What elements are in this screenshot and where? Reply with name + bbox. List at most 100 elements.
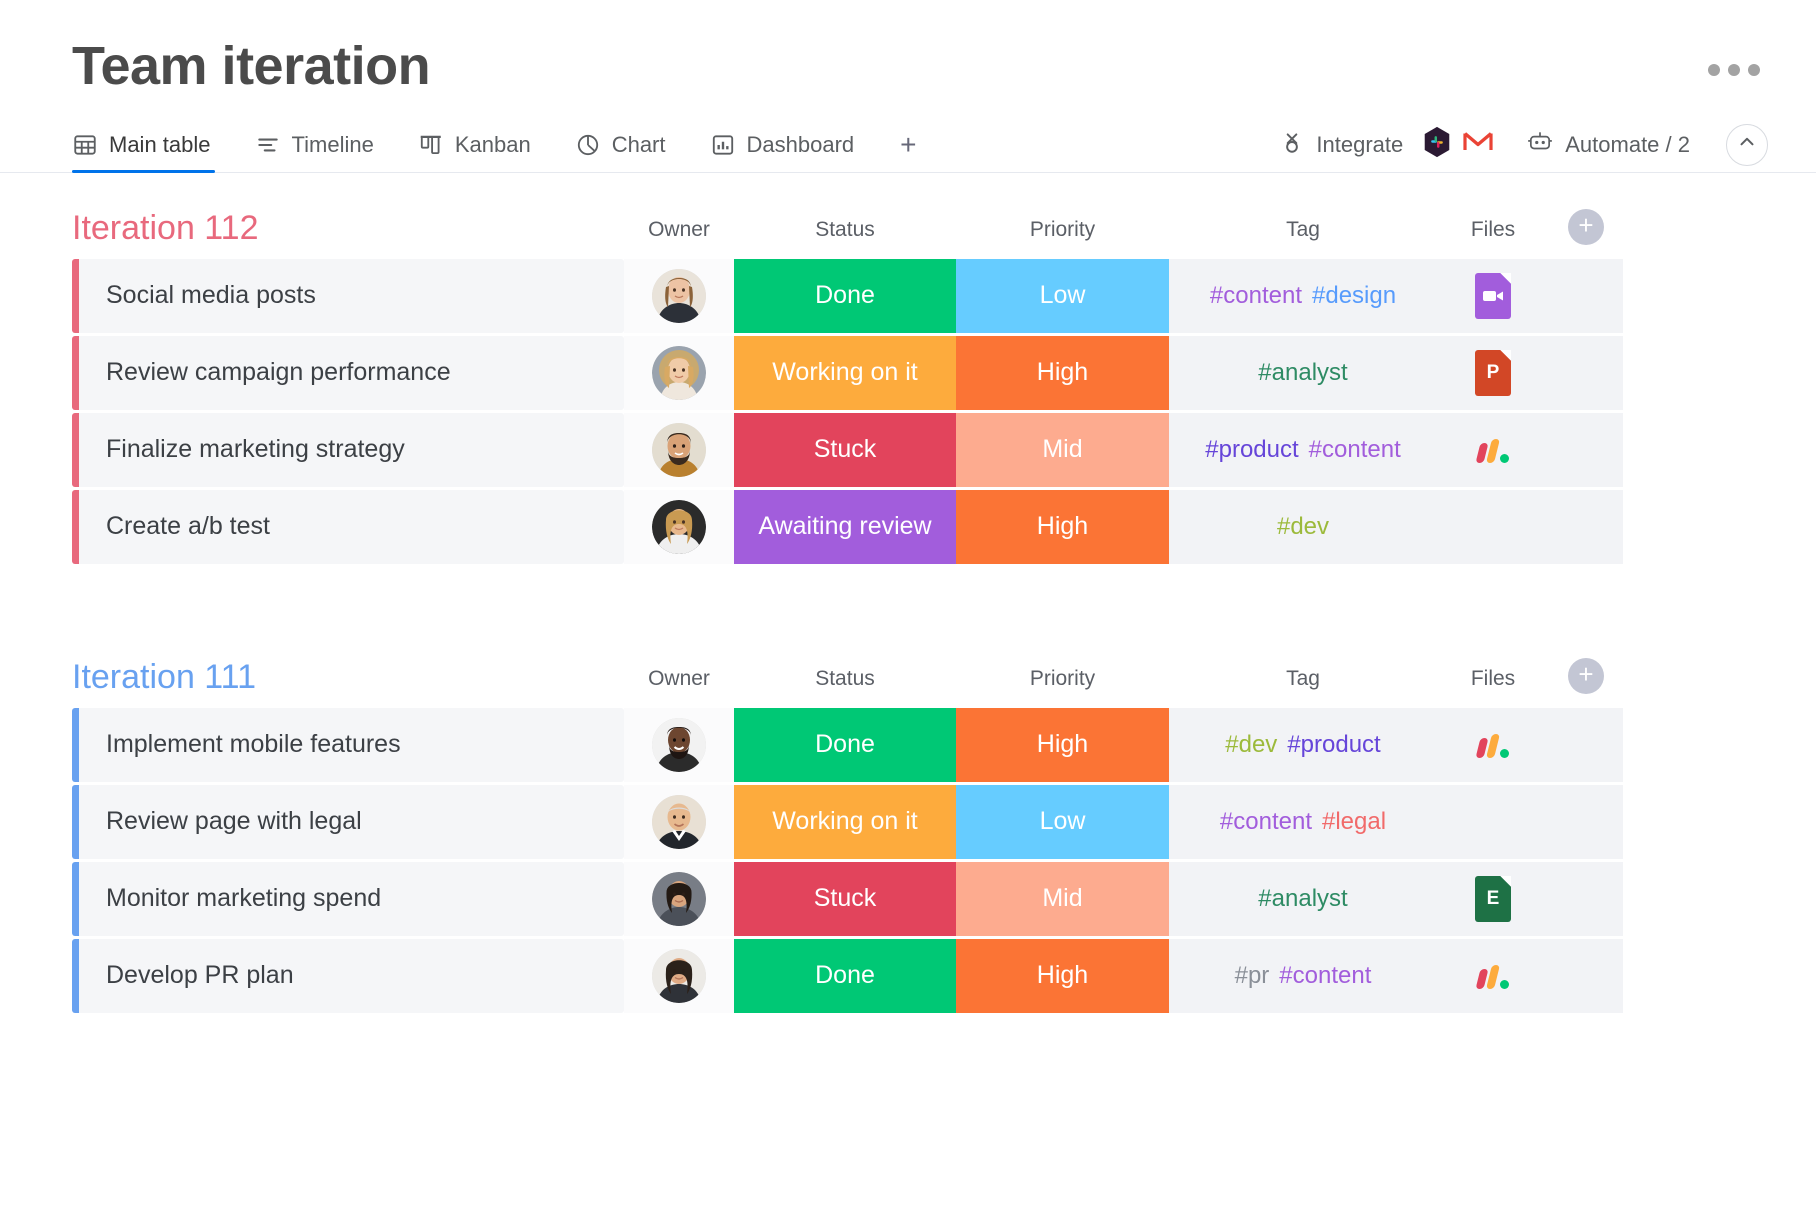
files-cell[interactable] xyxy=(1437,258,1549,333)
row-title[interactable]: Create a/b test xyxy=(79,489,624,564)
tag-chip[interactable]: #analyst xyxy=(1258,359,1347,387)
tag-chip[interactable]: #analyst xyxy=(1258,885,1347,913)
video-file-icon[interactable] xyxy=(1475,272,1511,319)
tab-main-table[interactable]: Main table xyxy=(72,117,233,173)
tag-cell[interactable]: #dev xyxy=(1169,489,1437,564)
priority-cell[interactable]: High xyxy=(956,335,1169,410)
add-column-button[interactable]: + xyxy=(1568,208,1604,245)
priority-pill[interactable]: High xyxy=(956,489,1169,564)
row-title[interactable]: Implement mobile features xyxy=(79,707,624,782)
priority-pill[interactable]: Low xyxy=(956,784,1169,859)
row-title[interactable]: Develop PR plan xyxy=(79,938,624,1013)
priority-pill[interactable]: High xyxy=(956,938,1169,1013)
owner-cell[interactable] xyxy=(624,335,734,410)
priority-pill[interactable]: Low xyxy=(956,258,1169,333)
integrate-button[interactable]: Integrate xyxy=(1265,117,1508,173)
column-header-priority[interactable]: Priority xyxy=(956,218,1169,245)
table-row[interactable]: Implement mobile features Done High #dev… xyxy=(72,707,1816,782)
tab-kanban[interactable]: Kanban xyxy=(396,117,553,173)
tag-chip[interactable]: #content xyxy=(1309,436,1401,464)
tag-chip[interactable]: #pr xyxy=(1235,962,1270,990)
table-row[interactable]: Finalize marketing strategy Stuck Mid #p… xyxy=(72,412,1816,487)
monday-logo-icon[interactable] xyxy=(1475,963,1509,989)
tag-cell[interactable]: #content #design xyxy=(1169,258,1437,333)
tab-dashboard[interactable]: Dashboard xyxy=(688,117,877,173)
owner-cell[interactable] xyxy=(624,861,734,936)
column-header-files[interactable]: Files xyxy=(1437,667,1549,694)
status-pill[interactable]: Working on it xyxy=(734,335,956,410)
status-cell[interactable]: Awaiting review xyxy=(734,489,956,564)
column-header-status[interactable]: Status xyxy=(734,218,956,245)
priority-cell[interactable]: Low xyxy=(956,258,1169,333)
powerpoint-file-icon[interactable]: P xyxy=(1475,349,1511,396)
tag-cell[interactable]: #content #legal xyxy=(1169,784,1437,859)
column-header-tag[interactable]: Tag xyxy=(1169,667,1437,694)
column-header-tag[interactable]: Tag xyxy=(1169,218,1437,245)
status-cell[interactable]: Done xyxy=(734,707,956,782)
tag-cell[interactable]: #dev #product xyxy=(1169,707,1437,782)
table-row[interactable]: Review campaign performance Working on i… xyxy=(72,335,1816,410)
tab-timeline[interactable]: Timeline xyxy=(233,117,396,173)
files-cell[interactable] xyxy=(1437,707,1549,782)
table-row[interactable]: Social media posts Done Low #content #de… xyxy=(72,258,1816,333)
table-row[interactable]: Monitor marketing spend Stuck Mid #analy… xyxy=(72,861,1816,936)
status-cell[interactable]: Stuck xyxy=(734,861,956,936)
status-pill[interactable]: Stuck xyxy=(734,412,956,487)
priority-pill[interactable]: Mid xyxy=(956,861,1169,936)
owner-cell[interactable] xyxy=(624,784,734,859)
files-cell[interactable] xyxy=(1437,784,1549,859)
row-title[interactable]: Review campaign performance xyxy=(79,335,624,410)
priority-pill[interactable]: High xyxy=(956,335,1169,410)
owner-cell[interactable] xyxy=(624,707,734,782)
status-cell[interactable]: Working on it xyxy=(734,784,956,859)
tag-chip[interactable]: #design xyxy=(1312,282,1396,310)
status-pill[interactable]: Done xyxy=(734,707,956,782)
table-row[interactable]: Create a/b test Awaiting review High #de… xyxy=(72,489,1816,564)
column-header-owner[interactable]: Owner xyxy=(624,667,734,694)
files-cell[interactable] xyxy=(1437,938,1549,1013)
priority-cell[interactable]: High xyxy=(956,707,1169,782)
status-cell[interactable]: Done xyxy=(734,258,956,333)
status-cell[interactable]: Stuck xyxy=(734,412,956,487)
table-row[interactable]: Develop PR plan Done High #pr #content xyxy=(72,938,1816,1013)
table-row[interactable]: Review page with legal Working on it Low… xyxy=(72,784,1816,859)
tag-chip[interactable]: #dev xyxy=(1225,731,1277,759)
priority-pill[interactable]: Mid xyxy=(956,412,1169,487)
tag-chip[interactable]: #content xyxy=(1210,282,1302,310)
tag-cell[interactable]: #analyst xyxy=(1169,335,1437,410)
priority-cell[interactable]: High xyxy=(956,489,1169,564)
column-header-status[interactable]: Status xyxy=(734,667,956,694)
excel-file-icon[interactable]: E xyxy=(1475,875,1511,922)
tag-cell[interactable]: #analyst xyxy=(1169,861,1437,936)
monday-logo-icon[interactable] xyxy=(1475,437,1509,463)
collapse-header-button[interactable] xyxy=(1726,123,1768,166)
owner-cell[interactable] xyxy=(624,938,734,1013)
row-title[interactable]: Monitor marketing spend xyxy=(79,861,624,936)
tag-chip[interactable]: #product xyxy=(1287,731,1380,759)
priority-pill[interactable]: High xyxy=(956,707,1169,782)
files-cell[interactable] xyxy=(1437,412,1549,487)
row-title[interactable]: Review page with legal xyxy=(79,784,624,859)
status-pill[interactable]: Done xyxy=(734,258,956,333)
tag-chip[interactable]: #dev xyxy=(1277,513,1329,541)
tag-chip[interactable]: #product xyxy=(1205,436,1298,464)
group-title[interactable]: Iteration 111 xyxy=(72,660,624,694)
group-title[interactable]: Iteration 112 xyxy=(72,211,624,245)
owner-cell[interactable] xyxy=(624,489,734,564)
board-overflow-menu-button[interactable] xyxy=(1708,64,1760,76)
status-pill[interactable]: Working on it xyxy=(734,784,956,859)
priority-cell[interactable]: Low xyxy=(956,784,1169,859)
priority-cell[interactable]: Mid xyxy=(956,861,1169,936)
priority-cell[interactable]: High xyxy=(956,938,1169,1013)
add-view-button[interactable]: + xyxy=(876,117,940,173)
column-header-priority[interactable]: Priority xyxy=(956,667,1169,694)
tag-chip[interactable]: #content xyxy=(1220,808,1312,836)
status-cell[interactable]: Working on it xyxy=(734,335,956,410)
column-header-files[interactable]: Files xyxy=(1437,218,1549,245)
tag-cell[interactable]: #pr #content xyxy=(1169,938,1437,1013)
tab-chart[interactable]: Chart xyxy=(553,117,688,173)
owner-cell[interactable] xyxy=(624,258,734,333)
status-pill[interactable]: Stuck xyxy=(734,861,956,936)
tag-chip[interactable]: #content xyxy=(1279,962,1371,990)
files-cell[interactable] xyxy=(1437,489,1549,564)
